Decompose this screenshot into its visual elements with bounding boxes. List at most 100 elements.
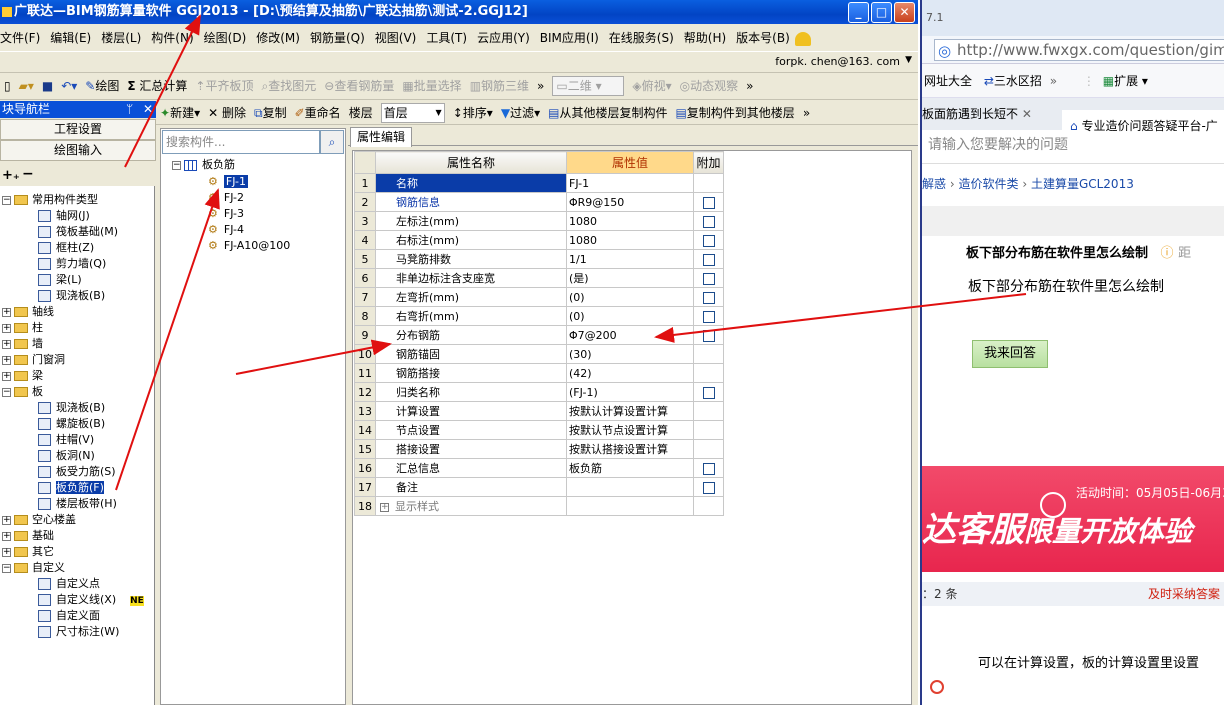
toolbar-overflow-icon-2[interactable]: »: [742, 73, 757, 99]
property-row[interactable]: 15 搭接设置 按默认搭接设置计算: [354, 439, 724, 459]
comp-tree-item[interactable]: ⚙ FJ-3: [208, 206, 244, 222]
property-value[interactable]: (42): [566, 363, 694, 383]
minimize-button[interactable]: _: [848, 2, 869, 23]
answer-button[interactable]: 我来回答: [972, 340, 1048, 368]
tree-item[interactable]: 框柱(Z): [38, 240, 94, 256]
property-row[interactable]: 12 归类名称 (FJ-1): [354, 382, 724, 402]
extra-checkbox[interactable]: [702, 329, 715, 342]
expand-icon[interactable]: +: [2, 307, 11, 317]
property-value[interactable]: 板负筋: [566, 458, 694, 478]
menu-version[interactable]: 版本号(B): [731, 25, 795, 51]
property-value[interactable]: 按默认节点设置计算: [566, 420, 694, 440]
tree-item[interactable]: 楼层板带(H): [38, 496, 117, 512]
extra-checkbox[interactable]: [702, 462, 715, 475]
extra-checkbox[interactable]: [702, 196, 715, 209]
property-value[interactable]: 1/1: [566, 249, 694, 269]
tree-item[interactable]: 剪力墙(Q): [38, 256, 106, 272]
tree-item[interactable]: − 常用构件类型: [2, 192, 98, 208]
menu-view[interactable]: 视图(V): [370, 25, 422, 51]
property-value[interactable]: [566, 496, 694, 516]
menu-bim[interactable]: BIM应用(I): [535, 25, 604, 51]
comp-tree-item[interactable]: ⚙ FJ-4: [208, 222, 244, 238]
open-folder-icon[interactable]: ▰▾: [15, 73, 38, 99]
view-mode-select[interactable]: ▭二维 ▾: [548, 73, 628, 99]
property-row[interactable]: 18 + 显示样式: [354, 496, 724, 516]
property-row[interactable]: 14 节点设置 按默认节点设置计算: [354, 420, 724, 440]
browser-tab-1[interactable]: 板面筋遇到长短不 ✕: [922, 98, 1062, 130]
crumb-3[interactable]: 土建算量GCL2013: [1031, 177, 1134, 191]
property-value[interactable]: ΦR9@150: [566, 192, 694, 212]
property-row[interactable]: 10 钢筋锚固 (30): [354, 344, 724, 364]
tree-item[interactable]: 板受力筋(S): [38, 464, 116, 480]
pin-icon[interactable]: ᛘ: [126, 101, 133, 118]
property-row[interactable]: 11 钢筋搭接 (42): [354, 363, 724, 383]
tree-item[interactable]: 现浇板(B): [38, 400, 105, 416]
helmet-icon[interactable]: [794, 31, 811, 46]
comp-tree-item[interactable]: ⚙ FJ-2: [208, 190, 244, 206]
menu-help[interactable]: 帮助(H): [679, 25, 731, 51]
property-value[interactable]: Φ7@200: [566, 325, 694, 345]
property-row[interactable]: 13 计算设置 按默认计算设置计算: [354, 401, 724, 421]
sort-button[interactable]: ↕排序▾: [449, 101, 497, 124]
menu-draw[interactable]: 绘图(D): [199, 25, 252, 51]
undo-icon[interactable]: ↶▾: [57, 73, 81, 99]
tree-item[interactable]: + 墙: [2, 336, 43, 352]
crumb-1[interactable]: 解惑: [922, 177, 946, 191]
menu-modify[interactable]: 修改(M): [251, 25, 305, 51]
tree-item[interactable]: + 其它: [2, 544, 54, 560]
tree-item[interactable]: − 板: [2, 384, 43, 400]
property-row[interactable]: 2 钢筋信息 ΦR9@150: [354, 192, 724, 212]
expand-icon[interactable]: +: [2, 531, 11, 541]
tree-item[interactable]: + 梁: [2, 368, 43, 384]
property-value[interactable]: 按默认搭接设置计算: [566, 439, 694, 459]
tree-item[interactable]: 自定义点: [38, 576, 100, 592]
property-value[interactable]: 1080: [566, 211, 694, 231]
property-row[interactable]: 6 非单边标注含支座宽 (是): [354, 268, 724, 288]
close-panel-icon[interactable]: ✕: [143, 101, 153, 118]
property-row[interactable]: 7 左弯折(mm) (0): [354, 287, 724, 307]
property-row[interactable]: 16 汇总信息 板负筋: [354, 458, 724, 478]
expand-icon[interactable]: +: [2, 323, 11, 333]
expand-icon[interactable]: +: [2, 339, 11, 349]
tree-item[interactable]: 自定义线(X) NE: [38, 592, 144, 608]
menu-cloud[interactable]: 云应用(Y): [472, 25, 535, 51]
dynamic-view-button[interactable]: ◎动态观察: [676, 73, 743, 99]
toolbar-overflow-icon[interactable]: »: [533, 73, 548, 99]
tree-item[interactable]: 板洞(N): [38, 448, 95, 464]
property-row[interactable]: 5 马凳筋排数 1/1: [354, 249, 724, 269]
property-value[interactable]: 按默认计算设置计算: [566, 401, 694, 421]
copy-from-floor-button[interactable]: ▤从其他楼层复制构件: [544, 101, 671, 124]
new-component-button[interactable]: ✦新建▾: [156, 101, 204, 124]
component-search-input[interactable]: 搜索构件...: [162, 130, 320, 154]
rename-button[interactable]: ✐重命名: [291, 101, 345, 124]
tree-item[interactable]: 螺旋板(B): [38, 416, 105, 432]
extensions-button[interactable]: ▦扩展 ▾: [1103, 74, 1148, 88]
comp-tree-item[interactable]: ⚙ FJ-1: [208, 174, 249, 190]
view-rebar-button[interactable]: ⊖查看钢筋量: [320, 73, 398, 99]
expand-icon[interactable]: +: [2, 355, 11, 365]
property-row[interactable]: 1 名称 FJ-1: [354, 173, 724, 193]
property-row[interactable]: 8 右弯折(mm) (0): [354, 306, 724, 326]
find-element-button[interactable]: ⌕查找图元: [258, 73, 321, 99]
crumb-2[interactable]: 造价软件类: [958, 177, 1018, 191]
tree-item[interactable]: + 门窗洞: [2, 352, 65, 368]
tree-item[interactable]: + 空心楼盖: [2, 512, 76, 528]
copy-button[interactable]: ⧉复制: [250, 101, 291, 124]
search-icon[interactable]: ⌕: [320, 130, 344, 154]
tree-item[interactable]: + 轴线: [2, 304, 54, 320]
collapse-icon[interactable]: −: [172, 160, 181, 170]
property-value[interactable]: FJ-1: [566, 173, 694, 193]
extra-checkbox[interactable]: [702, 253, 715, 266]
tree-item[interactable]: 梁(L): [38, 272, 82, 288]
maximize-button[interactable]: □: [871, 2, 892, 23]
menu-file[interactable]: 文件(F): [0, 25, 45, 51]
expand-icon[interactable]: +: [2, 515, 11, 525]
new-file-icon[interactable]: ▯: [0, 73, 15, 99]
collapse-icon[interactable]: −: [2, 563, 11, 573]
collapse-icon[interactable]: −: [2, 195, 11, 205]
promo-banner[interactable]: 活动时间：05月05日-06月3 达客服限量开放体验: [922, 466, 1224, 572]
save-icon[interactable]: ■: [38, 73, 57, 99]
property-row[interactable]: 9 分布钢筋 Φ7@200: [354, 325, 724, 345]
collapse-all-icon[interactable]: −: [22, 166, 34, 182]
property-row[interactable]: 17 备注: [354, 477, 724, 497]
